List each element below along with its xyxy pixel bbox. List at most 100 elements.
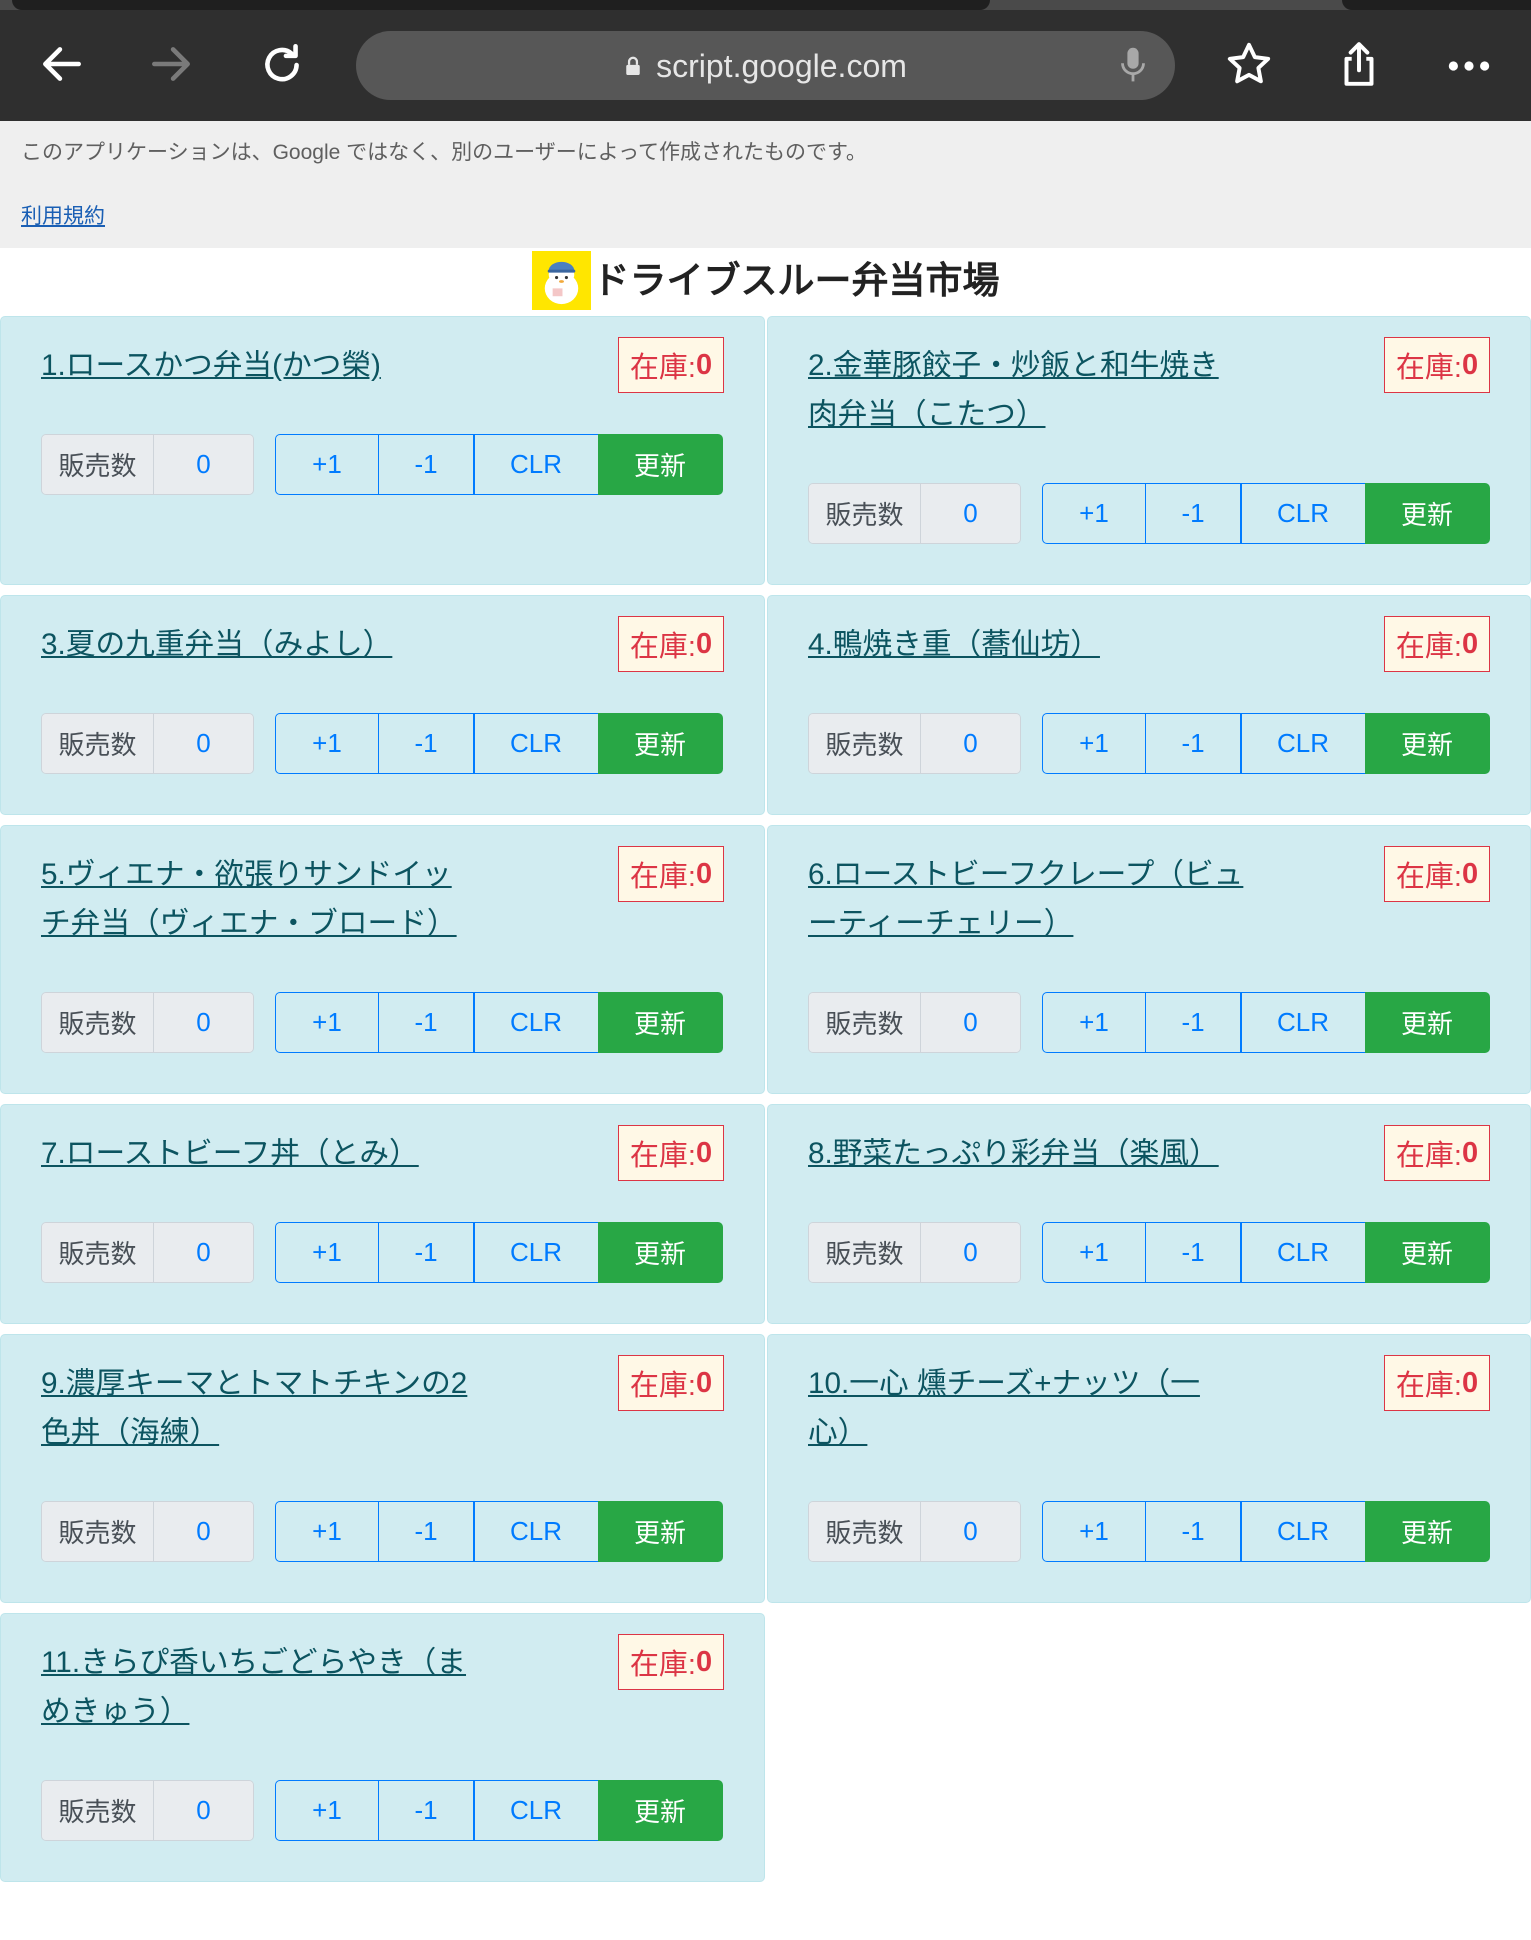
stock-badge: 在庫: 0: [1384, 846, 1490, 902]
update-button[interactable]: 更新: [597, 434, 723, 495]
plus-one-button[interactable]: +1: [1042, 1222, 1146, 1283]
product-title-link[interactable]: 4.鴨焼き重（蕎仙坊）: [808, 620, 1244, 669]
back-arrow-icon[interactable]: [34, 36, 90, 92]
sales-button-group: +1 -1 CLR 更新: [1042, 483, 1490, 544]
clear-button[interactable]: CLR: [1240, 992, 1366, 1053]
clear-button[interactable]: CLR: [1240, 1501, 1366, 1562]
plus-one-button[interactable]: +1: [275, 1780, 379, 1841]
sales-count-label: 販売数: [42, 993, 154, 1052]
share-icon[interactable]: [1331, 36, 1387, 92]
stock-value: 0: [695, 1366, 713, 1399]
minus-one-button[interactable]: -1: [377, 434, 475, 495]
sales-count-label: 販売数: [42, 435, 154, 494]
stock-badge: 在庫: 0: [618, 616, 724, 672]
update-button[interactable]: 更新: [597, 1780, 723, 1841]
address-bar[interactable]: script.google.com: [356, 31, 1175, 100]
product-title-link[interactable]: 10.一心 燻チーズ+ナッツ（一心）: [808, 1359, 1244, 1457]
plus-one-button[interactable]: +1: [275, 1501, 379, 1562]
browser-tab[interactable]: [1342, 0, 1531, 10]
reload-icon[interactable]: [254, 36, 310, 92]
stock-badge: 在庫: 0: [618, 1355, 724, 1411]
clear-button[interactable]: CLR: [473, 434, 599, 495]
stock-badge: 在庫: 0: [618, 846, 724, 902]
sales-controls: 販売数 0 +1 -1 CLR 更新: [808, 713, 1490, 774]
minus-one-button[interactable]: -1: [1144, 713, 1242, 774]
lock-icon: [624, 53, 646, 79]
bookmark-star-icon[interactable]: [1221, 36, 1277, 92]
plus-one-button[interactable]: +1: [1042, 1501, 1146, 1562]
product-title-link[interactable]: 5.ヴィエナ・欲張りサンドイッチ弁当（ヴィエナ・ブロード）: [41, 850, 477, 948]
plus-one-button[interactable]: +1: [275, 434, 379, 495]
stock-value: 0: [1461, 348, 1479, 381]
clear-button[interactable]: CLR: [473, 713, 599, 774]
page-title: ドライブスルー弁当市場: [592, 260, 1000, 301]
clear-button[interactable]: CLR: [1240, 713, 1366, 774]
sales-count-label: 販売数: [809, 714, 921, 773]
plus-one-button[interactable]: +1: [1042, 992, 1146, 1053]
stock-value: 0: [1461, 1366, 1479, 1399]
sales-count-field: 0: [154, 435, 253, 494]
stock-badge: 在庫: 0: [1384, 616, 1490, 672]
browser-toolbar: script.google.com: [0, 0, 1531, 121]
stock-value: 0: [695, 1645, 713, 1678]
stock-label: 在庫:: [1395, 1140, 1462, 1172]
product-title-link[interactable]: 9.濃厚キーマとトマトチキンの2色丼（海練）: [41, 1359, 477, 1457]
update-button[interactable]: 更新: [597, 1501, 723, 1562]
product-title-link[interactable]: 3.夏の九重弁当（みよし）: [41, 620, 477, 669]
stock-label: 在庫:: [629, 1649, 696, 1681]
product-title-link[interactable]: 2.金華豚餃子・炒飯と和牛焼き肉弁当（こたつ）: [808, 341, 1244, 439]
stock-label: 在庫:: [629, 352, 696, 384]
clear-button[interactable]: CLR: [473, 992, 599, 1053]
clear-button[interactable]: CLR: [1240, 1222, 1366, 1283]
update-button[interactable]: 更新: [1364, 713, 1490, 774]
plus-one-button[interactable]: +1: [1042, 713, 1146, 774]
clear-button[interactable]: CLR: [1240, 483, 1366, 544]
update-button[interactable]: 更新: [597, 713, 723, 774]
sales-count-group: 販売数 0: [808, 483, 1021, 544]
sales-controls: 販売数 0 +1 -1 CLR 更新: [41, 713, 724, 774]
product-card: 5.ヴィエナ・欲張りサンドイッチ弁当（ヴィエナ・ブロード） 在庫: 0 販売数 0…: [0, 825, 765, 1094]
minus-one-button[interactable]: -1: [377, 1780, 475, 1841]
update-button[interactable]: 更新: [597, 992, 723, 1053]
product-title-link[interactable]: 1.ロースかつ弁当(かつ榮): [41, 341, 477, 390]
minus-one-button[interactable]: -1: [1144, 1222, 1242, 1283]
more-options-icon[interactable]: [1441, 38, 1497, 94]
stock-value: 0: [1461, 627, 1479, 660]
stock-value: 0: [695, 1136, 713, 1169]
mascot-logo-icon: [531, 251, 591, 310]
update-button[interactable]: 更新: [1364, 483, 1490, 544]
plus-one-button[interactable]: +1: [275, 713, 379, 774]
browser-tab[interactable]: [12, 0, 990, 10]
update-button[interactable]: 更新: [1364, 1501, 1490, 1562]
sales-button-group: +1 -1 CLR 更新: [1042, 1501, 1490, 1562]
product-title-link[interactable]: 11.きらぴ香いちごどらやき（まめきゅう）: [41, 1638, 477, 1736]
sales-count-group: 販売数 0: [41, 1780, 254, 1841]
update-button[interactable]: 更新: [597, 1222, 723, 1283]
sales-controls: 販売数 0 +1 -1 CLR 更新: [41, 1501, 724, 1562]
microphone-icon[interactable]: [1116, 45, 1150, 87]
plus-one-button[interactable]: +1: [1042, 483, 1146, 544]
minus-one-button[interactable]: -1: [377, 713, 475, 774]
minus-one-button[interactable]: -1: [1144, 992, 1242, 1053]
product-title-link[interactable]: 8.野菜たっぷり彩弁当（楽風）: [808, 1129, 1244, 1178]
terms-of-service-link[interactable]: 利用規約: [21, 203, 105, 231]
sales-button-group: +1 -1 CLR 更新: [1042, 713, 1490, 774]
clear-button[interactable]: CLR: [473, 1222, 599, 1283]
product-title-link[interactable]: 6.ローストビーフクレープ（ビューティーチェリー）: [808, 850, 1244, 948]
clear-button[interactable]: CLR: [473, 1501, 599, 1562]
minus-one-button[interactable]: -1: [1144, 1501, 1242, 1562]
update-button[interactable]: 更新: [1364, 992, 1490, 1053]
clear-button[interactable]: CLR: [473, 1780, 599, 1841]
sales-button-group: +1 -1 CLR 更新: [275, 713, 723, 774]
minus-one-button[interactable]: -1: [377, 992, 475, 1053]
sales-count-group: 販売数 0: [41, 434, 254, 495]
minus-one-button[interactable]: -1: [377, 1222, 475, 1283]
minus-one-button[interactable]: -1: [377, 1501, 475, 1562]
plus-one-button[interactable]: +1: [275, 1222, 379, 1283]
product-title-link[interactable]: 7.ローストビーフ丼（とみ）: [41, 1129, 477, 1178]
minus-one-button[interactable]: -1: [1144, 483, 1242, 544]
update-button[interactable]: 更新: [1364, 1222, 1490, 1283]
stock-label: 在庫:: [1395, 1370, 1462, 1402]
forward-arrow-icon[interactable]: [143, 36, 199, 92]
plus-one-button[interactable]: +1: [275, 992, 379, 1053]
